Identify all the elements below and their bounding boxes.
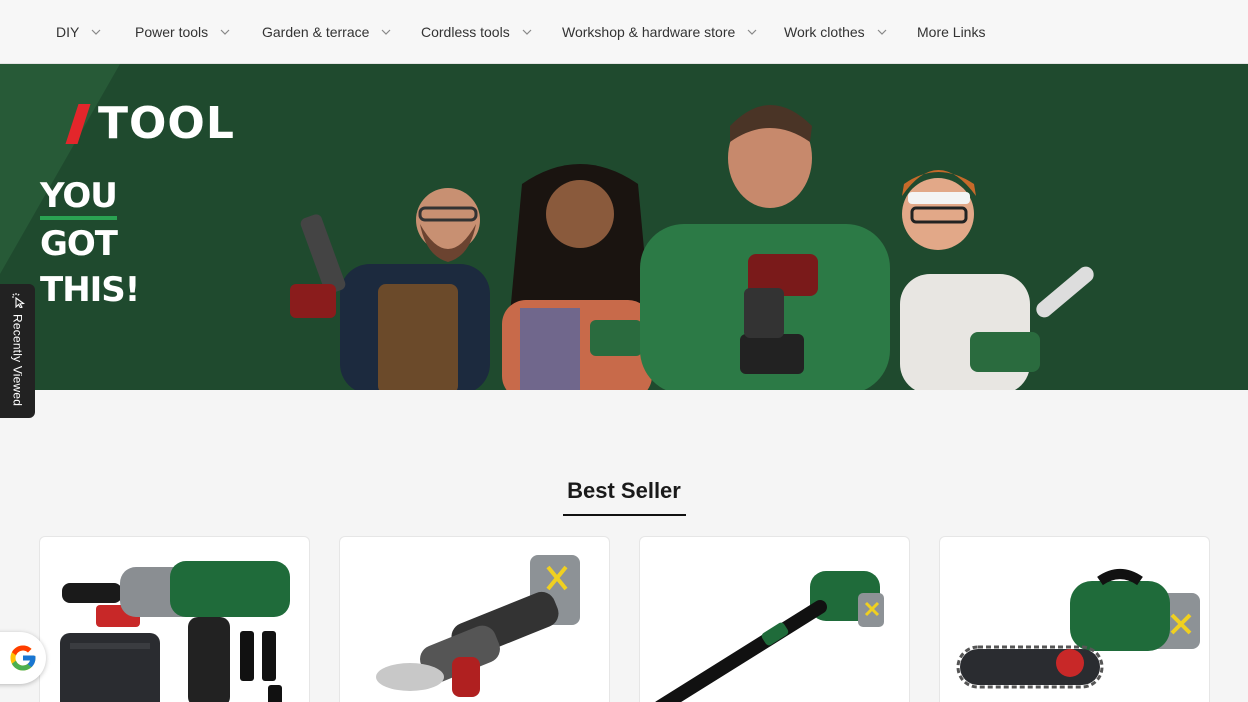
- chevron-down-icon: [91, 29, 101, 35]
- slogan-line-3: THIS!: [40, 270, 140, 310]
- section-title-best-seller: Best Seller: [567, 478, 681, 503]
- impact-wrench-icon: [60, 561, 290, 702]
- nav-item-label: Cordless tools: [421, 24, 510, 40]
- nav-item-label: Work clothes: [784, 24, 865, 40]
- recently-viewed-tab[interactable]: Recently Viewed: [0, 284, 35, 418]
- banner-people-illustration: [290, 105, 1094, 390]
- nav-item-cordless-tools[interactable]: Cordless tools: [421, 0, 532, 64]
- nav-item-more-links[interactable]: More Links: [917, 0, 985, 64]
- banner-slogan: YOU GOT THIS!: [40, 172, 140, 314]
- nav-item-label: DIY: [56, 24, 80, 40]
- person-4-figure: [900, 170, 1094, 390]
- product-card-2[interactable]: [339, 536, 610, 702]
- chevron-down-icon: [220, 29, 230, 35]
- title-underline: [563, 514, 686, 516]
- nav-item-label: Workshop & hardware store: [562, 24, 736, 40]
- nav-item-diy[interactable]: DIY: [56, 0, 101, 64]
- chevron-down-icon: [381, 29, 391, 35]
- chevron-down-icon: [747, 29, 757, 35]
- nav-item-work-clothes[interactable]: Work clothes: [784, 0, 887, 64]
- nav-item-workshop-hardware[interactable]: Workshop & hardware store: [562, 0, 757, 64]
- slogan-line-1: YOU: [40, 176, 118, 220]
- person-3-figure: [640, 105, 890, 390]
- google-g-icon: [10, 645, 36, 671]
- top-navigation: DIY Power tools Garden & terrace Cordles…: [0, 0, 1248, 64]
- chevron-down-icon: [522, 29, 532, 35]
- nav-item-power-tools[interactable]: Power tools: [135, 0, 230, 64]
- slogan-line-2: GOT: [40, 224, 118, 264]
- angle-grinder-icon: [376, 555, 580, 697]
- person-1-figure: [290, 188, 490, 390]
- leaf-blower-icon: [655, 571, 884, 702]
- nav-item-garden-terrace[interactable]: Garden & terrace: [262, 0, 391, 64]
- chevron-down-icon: [877, 29, 887, 35]
- hero-banner[interactable]: TOOL YOU GOT THIS!: [0, 64, 1248, 390]
- person-2-figure: [502, 164, 652, 390]
- nav-item-label: Power tools: [135, 24, 209, 40]
- recently-viewed-label: Recently Viewed: [10, 314, 25, 407]
- nav-item-label: More Links: [917, 24, 986, 40]
- chainsaw-icon: [956, 569, 1200, 689]
- product-card-3[interactable]: [639, 536, 910, 702]
- product-card-1[interactable]: [39, 536, 310, 702]
- brand-word: TOOL: [98, 98, 235, 149]
- product-card-4[interactable]: [939, 536, 1210, 702]
- nav-item-label: Garden & terrace: [262, 24, 370, 40]
- cursor-click-icon: [11, 293, 25, 308]
- banner-brand-logo: TOOL: [65, 98, 235, 149]
